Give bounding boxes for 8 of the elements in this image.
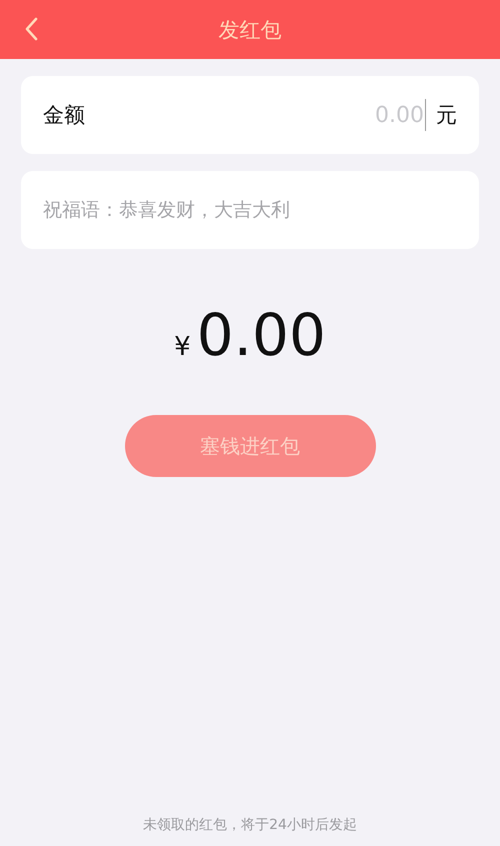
back-icon[interactable] [24, 17, 38, 41]
amount-label: 金额 [43, 102, 85, 129]
total-amount: 0.00 [196, 301, 326, 369]
page-title: 发红包 [218, 16, 282, 44]
footer-note: 未领取的红包，将于24小时后发起 [142, 816, 358, 834]
unit-label: 元 [436, 102, 457, 129]
greeting-field[interactable]: 祝福语：恭喜发财，大吉大利 [21, 171, 479, 249]
currency-symbol: ¥ [174, 332, 191, 362]
